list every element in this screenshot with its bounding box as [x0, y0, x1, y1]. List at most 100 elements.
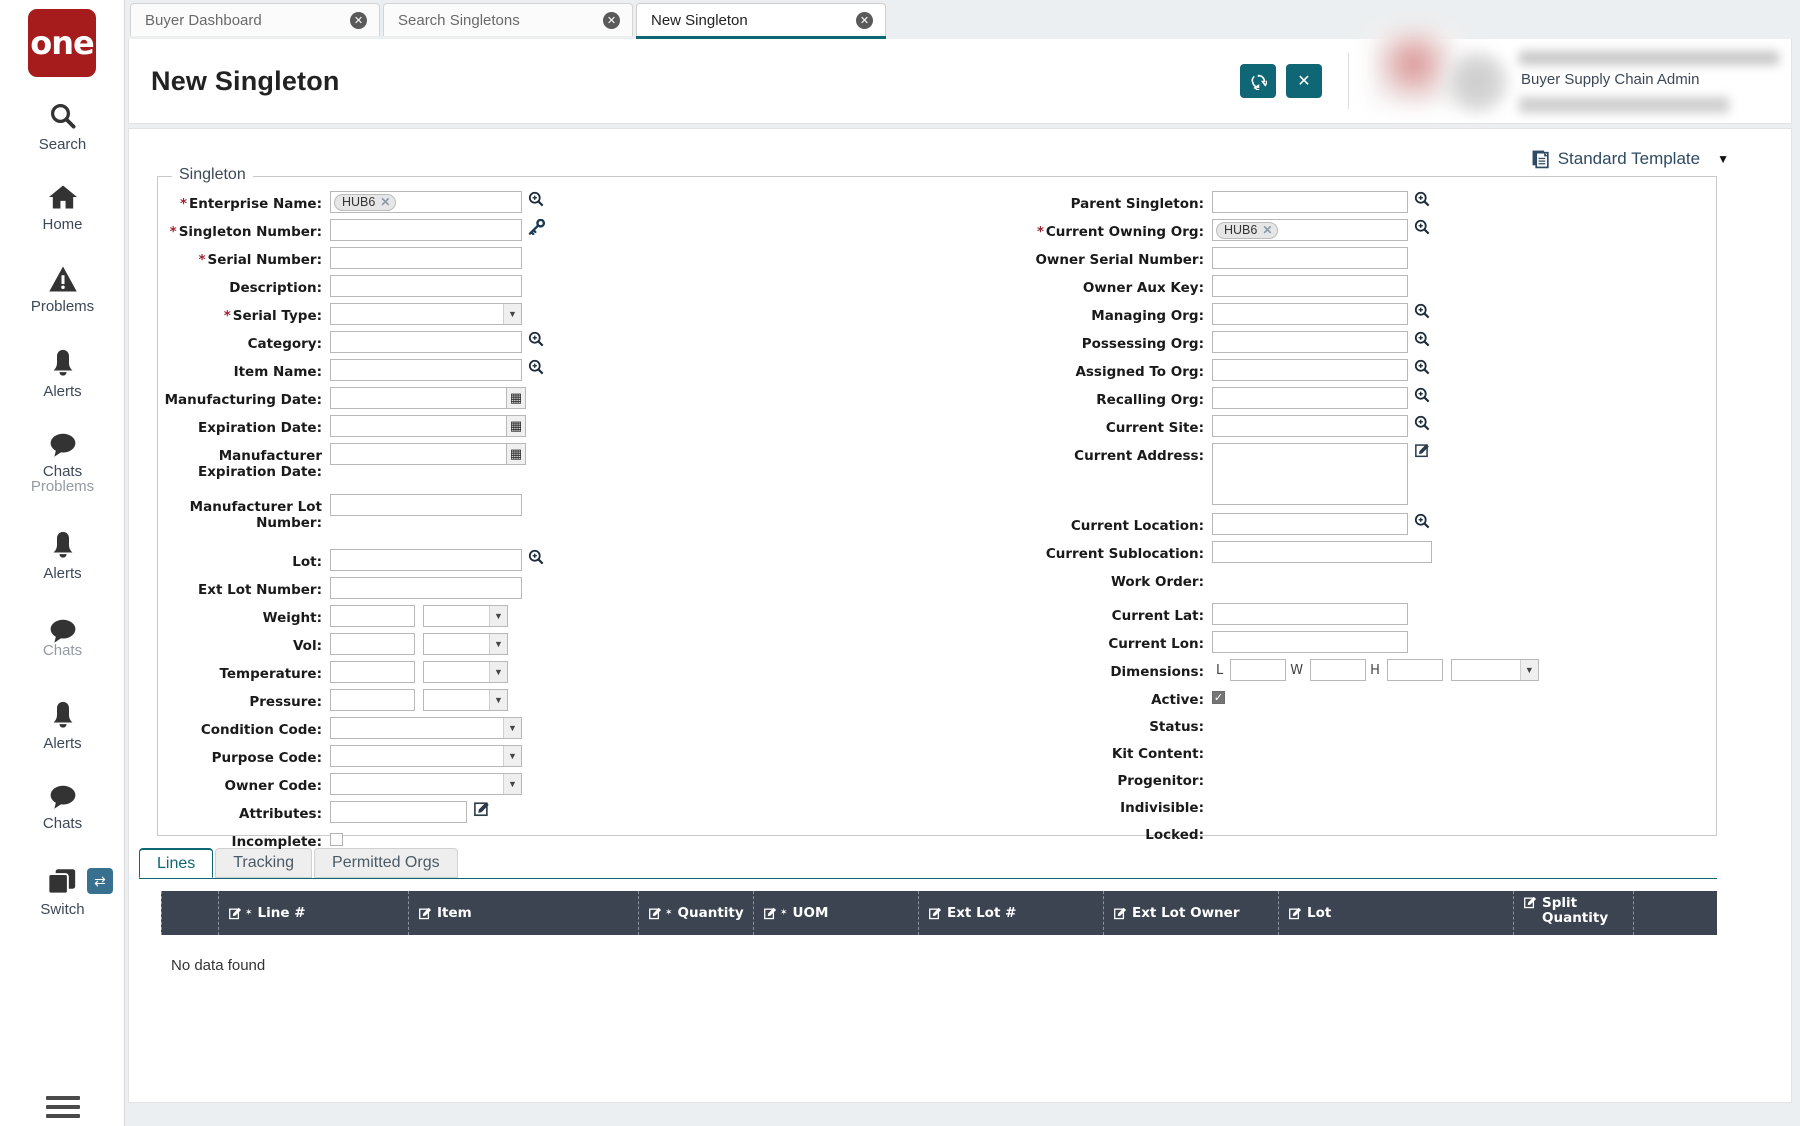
- temperature-value-input[interactable]: [330, 661, 415, 683]
- magnifier-icon[interactable]: [1414, 303, 1430, 319]
- chip-tag[interactable]: HUB6 ✕: [1216, 221, 1279, 239]
- magnifier-icon[interactable]: [528, 191, 544, 207]
- current-address-textarea[interactable]: [1212, 443, 1408, 505]
- magnifier-icon[interactable]: [1414, 331, 1430, 347]
- close-icon[interactable]: ✕: [350, 11, 367, 29]
- sidebar-item-search[interactable]: Search: [0, 101, 125, 153]
- possessing-org-input[interactable]: [1212, 331, 1408, 353]
- grid-col-ext-lot-owner[interactable]: Ext Lot Owner: [1104, 891, 1279, 935]
- attributes-input[interactable]: [330, 801, 467, 823]
- owner-aux-key-input[interactable]: [1212, 275, 1408, 297]
- pressure-unit-select[interactable]: ▼: [423, 689, 508, 711]
- dimension-l-input[interactable]: [1230, 659, 1287, 681]
- sidebar-item-alerts-2[interactable]: Alerts: [0, 530, 125, 582]
- template-selector[interactable]: Standard Template ▼: [1532, 149, 1729, 169]
- sidebar-item-alerts-1[interactable]: Alerts: [0, 348, 125, 400]
- grid-col-item[interactable]: Item: [409, 891, 639, 935]
- active-checkbox[interactable]: ✓: [1212, 691, 1225, 704]
- magnifier-icon[interactable]: [1414, 415, 1430, 431]
- category-input[interactable]: [330, 331, 522, 353]
- edit-icon[interactable]: [474, 801, 490, 817]
- magnifier-icon[interactable]: [1414, 191, 1430, 207]
- grid-col-lot[interactable]: Lot: [1279, 891, 1514, 935]
- current-lat-input[interactable]: [1212, 603, 1408, 625]
- enterprise-name-input[interactable]: HUB6 ✕: [330, 191, 522, 213]
- grid-col-ext-lot-number[interactable]: Ext Lot #: [919, 891, 1104, 935]
- description-input[interactable]: [330, 275, 522, 297]
- switch-toggle-badge[interactable]: ⇄: [87, 868, 113, 894]
- tab-new-singleton[interactable]: New Singleton ✕: [636, 3, 886, 39]
- recalling-org-input[interactable]: [1212, 387, 1408, 409]
- vol-unit-select[interactable]: ▼: [423, 633, 508, 655]
- pressure-value-input[interactable]: [330, 689, 415, 711]
- current-location-input[interactable]: [1212, 513, 1408, 535]
- magnifier-icon[interactable]: [1414, 359, 1430, 375]
- condition-code-select[interactable]: ▼: [330, 717, 522, 739]
- weight-unit-select[interactable]: ▼: [423, 605, 508, 627]
- magnifier-icon[interactable]: [1414, 513, 1430, 529]
- sidebar-item-problems[interactable]: Problems: [0, 265, 125, 315]
- sidebar-item-chats-3[interactable]: Chats: [0, 784, 125, 832]
- dimension-w-input[interactable]: [1310, 659, 1367, 681]
- singleton-number-input[interactable]: [330, 219, 522, 241]
- item-name-input[interactable]: [330, 359, 522, 381]
- magnifier-icon[interactable]: [1414, 219, 1430, 235]
- calendar-icon[interactable]: ▦: [507, 387, 526, 409]
- menu-hamburger-icon[interactable]: [0, 1096, 125, 1118]
- lot-input[interactable]: [330, 549, 522, 571]
- current-sublocation-input[interactable]: [1212, 541, 1432, 563]
- assigned-to-org-input[interactable]: [1212, 359, 1408, 381]
- grid-col-split-quantity[interactable]: Split Quantity: [1514, 891, 1634, 935]
- owner-serial-number-input[interactable]: [1212, 247, 1408, 269]
- dimension-unit-select[interactable]: ▼: [1450, 659, 1539, 681]
- user-area[interactable]: Buyer Supply Chain Admin: [1371, 28, 1791, 124]
- managing-org-input[interactable]: [1212, 303, 1408, 325]
- chip-remove-icon[interactable]: ✕: [1262, 223, 1272, 237]
- tab-buyer-dashboard[interactable]: Buyer Dashboard ✕: [130, 3, 380, 36]
- magnifier-icon[interactable]: [528, 331, 544, 347]
- app-logo[interactable]: one: [28, 9, 96, 77]
- chip-tag[interactable]: HUB6 ✕: [334, 193, 397, 211]
- sidebar-item-chats-2[interactable]: Chats: [0, 618, 125, 659]
- close-button[interactable]: ✕: [1286, 64, 1322, 98]
- serial-type-select[interactable]: ▼: [330, 303, 522, 325]
- weight-value-input[interactable]: [330, 605, 415, 627]
- calendar-icon[interactable]: ▦: [507, 415, 526, 437]
- avatar[interactable]: [1446, 50, 1508, 113]
- purpose-code-select[interactable]: ▼: [330, 745, 522, 767]
- chevron-down-icon[interactable]: ▼: [1717, 152, 1729, 166]
- current-site-input[interactable]: [1212, 415, 1408, 437]
- magnifier-icon[interactable]: [528, 359, 544, 375]
- key-icon[interactable]: [528, 219, 545, 235]
- sidebar-item-chats-1[interactable]: Chats Problems: [0, 432, 125, 495]
- grid-col-quantity[interactable]: ✶ Quantity: [639, 891, 754, 935]
- sidebar-item-home[interactable]: Home: [0, 183, 125, 233]
- magnifier-icon[interactable]: [1414, 387, 1430, 403]
- refresh-button[interactable]: [1240, 64, 1276, 98]
- ext-lot-number-input[interactable]: [330, 577, 522, 599]
- parent-singleton-input[interactable]: [1212, 191, 1408, 213]
- manufacturer-lot-number-input[interactable]: [330, 494, 522, 516]
- edit-icon[interactable]: [1415, 443, 1430, 458]
- temperature-unit-select[interactable]: ▼: [423, 661, 508, 683]
- calendar-icon[interactable]: ▦: [507, 443, 526, 465]
- sidebar-item-switch[interactable]: Switch ⇄: [0, 868, 125, 918]
- current-owning-org-input[interactable]: HUB6 ✕: [1212, 219, 1408, 241]
- sidebar-item-alerts-3[interactable]: Alerts: [0, 700, 125, 752]
- dimension-h-input[interactable]: [1386, 659, 1443, 681]
- tab-search-singletons[interactable]: Search Singletons ✕: [383, 3, 633, 36]
- owner-code-select[interactable]: ▼: [330, 773, 522, 795]
- manufacturer-expiration-date-input[interactable]: [330, 443, 507, 465]
- chip-remove-icon[interactable]: ✕: [380, 195, 390, 209]
- grid-col-line-number[interactable]: ✶ Line #: [219, 891, 409, 935]
- incomplete-checkbox[interactable]: [330, 833, 343, 846]
- grid-col-uom[interactable]: ✶ UOM: [754, 891, 919, 935]
- close-icon[interactable]: ✕: [603, 11, 620, 29]
- serial-number-input[interactable]: [330, 247, 522, 269]
- current-lon-input[interactable]: [1212, 631, 1408, 653]
- manufacturing-date-input[interactable]: [330, 387, 507, 409]
- magnifier-icon[interactable]: [528, 549, 544, 565]
- expiration-date-input[interactable]: [330, 415, 507, 437]
- close-icon[interactable]: ✕: [856, 11, 873, 29]
- vol-value-input[interactable]: [330, 633, 415, 655]
